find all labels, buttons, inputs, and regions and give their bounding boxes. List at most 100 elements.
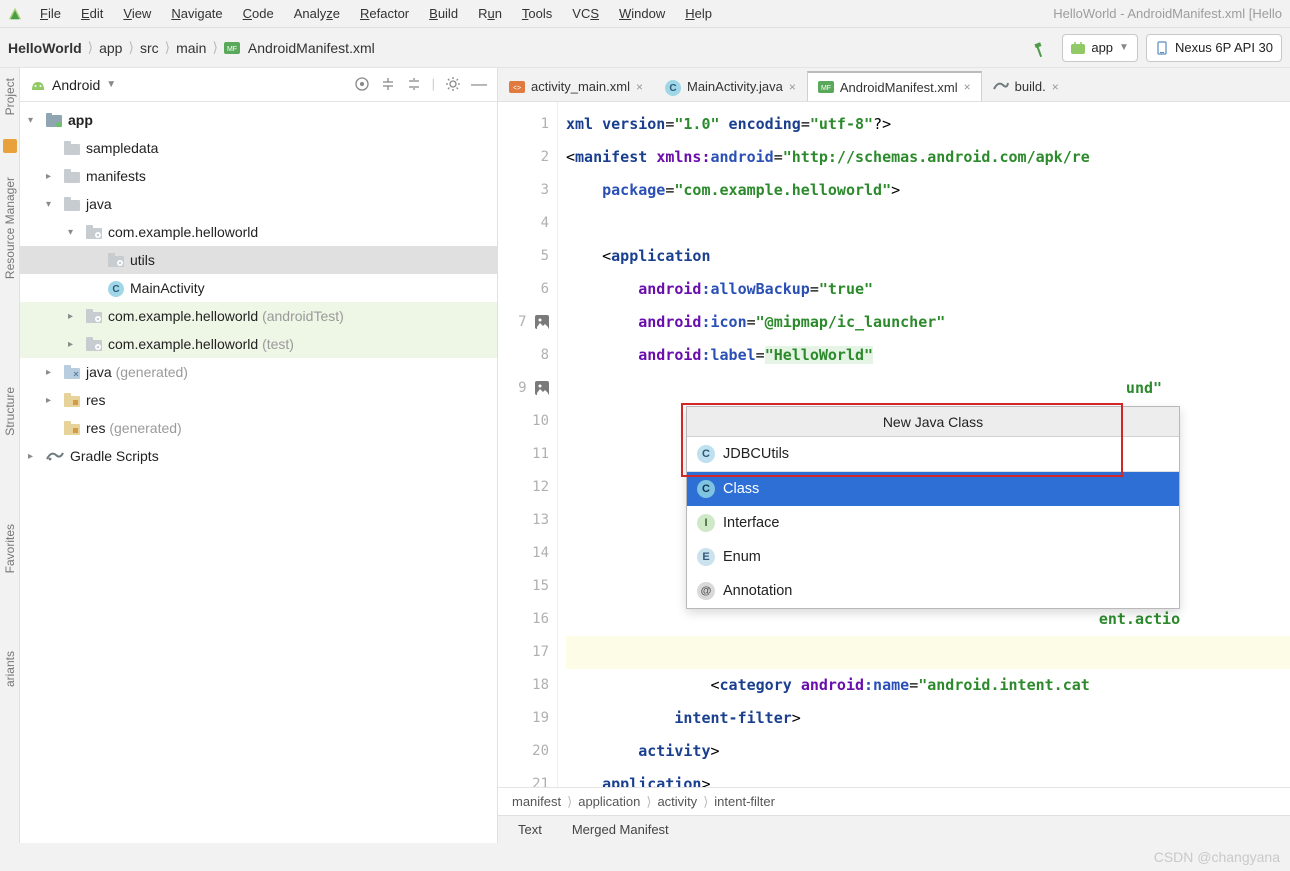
editor-tab[interactable]: MFAndroidManifest.xml×: [807, 71, 982, 101]
tree-node[interactable]: sampledata: [20, 134, 497, 162]
tree-arrow-icon[interactable]: ▾: [46, 199, 58, 210]
tree-node[interactable]: ▸manifests: [20, 162, 497, 190]
menu-run[interactable]: Run: [468, 6, 512, 21]
tree-arrow-icon[interactable]: ▸: [46, 367, 58, 378]
close-icon[interactable]: ×: [789, 80, 796, 94]
menu-help[interactable]: Help: [675, 6, 722, 21]
close-icon[interactable]: ×: [964, 80, 971, 94]
menu-analyze[interactable]: Analyze: [284, 6, 350, 21]
target-icon[interactable]: [354, 76, 370, 94]
tree-arrow-icon[interactable]: ▸: [28, 451, 40, 462]
tree-icon: [64, 365, 80, 379]
kind-options: CClassIInterface E Enum @Annotation: [687, 472, 1179, 608]
menu-tools[interactable]: Tools: [512, 6, 562, 21]
tree-node[interactable]: ▾ com.example.helloworld: [20, 218, 497, 246]
tree-arrow-icon[interactable]: ▾: [68, 227, 80, 238]
class-name-row: C JDBCUtils: [687, 437, 1179, 472]
menu-bar: File Edit View Navigate Code Analyze Ref…: [0, 0, 1290, 28]
tree-label: sampledata: [86, 140, 158, 156]
tree-icon: [46, 449, 64, 463]
image-gutter-icon[interactable]: [535, 315, 549, 329]
side-tab-resource-manager[interactable]: Resource Manager: [3, 177, 17, 279]
close-icon[interactable]: ×: [1052, 80, 1059, 94]
tree-icon: [64, 197, 80, 211]
tree-node[interactable]: ▸com.example.helloworld (test): [20, 330, 497, 358]
tab-label: activity_main.xml: [531, 79, 630, 94]
tree-node[interactable]: res (generated): [20, 414, 497, 442]
dialog-title: New Java Class: [687, 407, 1179, 437]
menu-navigate[interactable]: Navigate: [161, 6, 232, 21]
chevron-right-icon: ⟩: [210, 39, 219, 56]
tree-arrow-icon[interactable]: ▸: [46, 171, 58, 182]
window-title: HelloWorld - AndroidManifest.xml [Hello: [1053, 6, 1282, 21]
menu-vcs[interactable]: VCS: [562, 6, 609, 21]
menu-edit[interactable]: Edit: [71, 6, 113, 21]
tree-label: res: [86, 392, 105, 408]
chevron-right-icon: ⟩: [126, 39, 135, 56]
kind-label: Interface: [723, 515, 779, 531]
crumb-intent-filter[interactable]: intent-filter: [714, 794, 775, 809]
kind-icon: E: [697, 548, 715, 566]
editor-tab[interactable]: CMainActivity.java×: [654, 71, 807, 101]
collapse-all-icon[interactable]: [406, 76, 422, 94]
tree-arrow-icon[interactable]: ▾: [28, 115, 40, 126]
tree-icon: [64, 393, 80, 407]
minimize-icon[interactable]: —: [471, 76, 487, 94]
tree-arrow-icon[interactable]: ▸: [46, 395, 58, 406]
build-icon[interactable]: [1032, 37, 1054, 59]
side-tab-project[interactable]: Project: [3, 78, 17, 115]
breadcrumb-main[interactable]: main: [176, 40, 206, 56]
tree-arrow-icon[interactable]: ▸: [68, 339, 80, 350]
project-tree[interactable]: ▾appsampledata▸manifests▾java▾com.exampl…: [20, 102, 497, 843]
kind-option[interactable]: IInterface: [687, 506, 1179, 540]
tree-node[interactable]: ▸com.example.helloworld (androidTest): [20, 302, 497, 330]
breadcrumb-src[interactable]: src: [140, 40, 159, 56]
expand-all-icon[interactable]: [380, 76, 396, 94]
editor-tab[interactable]: build. ×: [982, 71, 1070, 101]
menu-view[interactable]: View: [113, 6, 161, 21]
tree-node[interactable]: ▸java (generated): [20, 358, 497, 386]
menu-window[interactable]: Window: [609, 6, 675, 21]
tree-node[interactable]: ▸Gradle Scripts: [20, 442, 497, 470]
side-tab-favorites[interactable]: Favorites: [3, 524, 17, 573]
tree-node[interactable]: utils: [20, 246, 497, 274]
crumb-application[interactable]: application: [578, 794, 640, 809]
menu-code[interactable]: Code: [233, 6, 284, 21]
kind-option[interactable]: @Annotation: [687, 574, 1179, 608]
tree-icon: [64, 141, 80, 155]
close-icon[interactable]: ×: [636, 80, 643, 94]
menu-file[interactable]: File: [30, 6, 71, 21]
tab-text[interactable]: Text: [518, 822, 542, 837]
kind-option[interactable]: E Enum: [687, 540, 1179, 574]
image-gutter-icon[interactable]: [535, 381, 549, 395]
side-tab-variants[interactable]: ariants: [3, 651, 17, 687]
tab-label: build.: [1015, 79, 1046, 94]
tab-merged-manifest[interactable]: Merged Manifest: [572, 822, 669, 837]
kind-label: Enum: [723, 549, 761, 565]
breadcrumb-module[interactable]: app: [99, 40, 122, 56]
tree-arrow-icon[interactable]: ▸: [68, 311, 80, 322]
class-name-input[interactable]: JDBCUtils: [723, 446, 789, 462]
device-selector[interactable]: Nexus 6P API 30: [1146, 34, 1282, 62]
gear-icon[interactable]: [445, 76, 461, 94]
breadcrumb-file[interactable]: AndroidManifest.xml: [248, 40, 375, 56]
tree-node[interactable]: ▸ res: [20, 386, 497, 414]
breadcrumb-project[interactable]: HelloWorld: [8, 40, 82, 56]
tree-node[interactable]: CMainActivity: [20, 274, 497, 302]
tree-node[interactable]: ▾java: [20, 190, 497, 218]
tree-label: utils: [130, 252, 155, 268]
gutter: 1 2 3 4 5 6 7 8 9 10 11 12 13 14 15 16 1…: [498, 102, 558, 787]
menu-refactor[interactable]: Refactor: [350, 6, 419, 21]
tree-node[interactable]: ▾app: [20, 106, 497, 134]
project-panel: Android▼ | — ▾appsampledata▸manifests▾ja…: [20, 68, 498, 843]
editor-tab[interactable]: <>activity_main.xml×: [498, 71, 654, 101]
crumb-manifest[interactable]: manifest: [512, 794, 561, 809]
side-tab-structure[interactable]: Structure: [3, 387, 17, 436]
side-tab-icon[interactable]: [3, 139, 17, 153]
run-config-selector[interactable]: app ▼: [1062, 34, 1138, 62]
menu-build[interactable]: Build: [419, 6, 468, 21]
kind-option[interactable]: CClass: [687, 472, 1179, 506]
tree-label: com.example.helloworld: [108, 224, 258, 240]
crumb-activity[interactable]: activity: [657, 794, 697, 809]
project-view-select[interactable]: Android▼: [52, 77, 116, 93]
